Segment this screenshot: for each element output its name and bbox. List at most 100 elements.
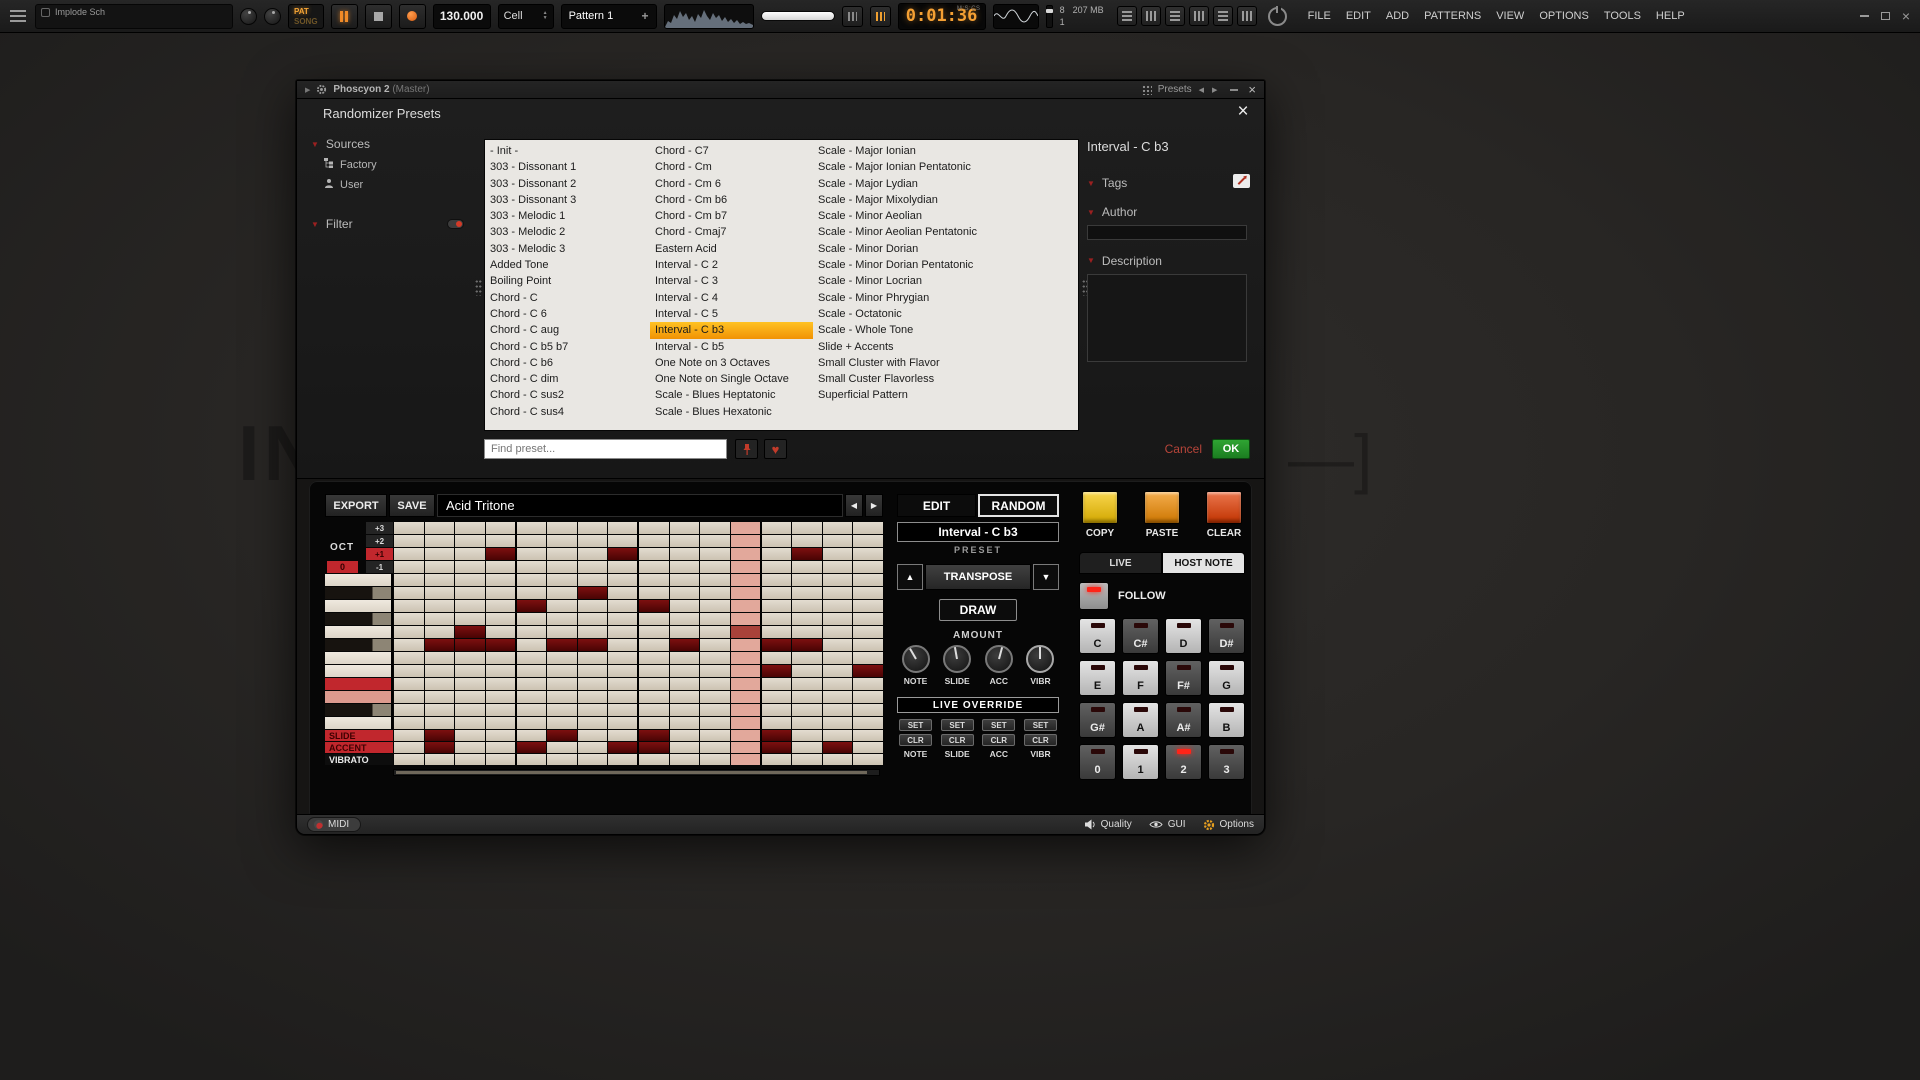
step-cell[interactable]: [639, 613, 669, 625]
step-cell[interactable]: [578, 678, 608, 690]
step-cell[interactable]: [455, 522, 485, 534]
piano-key[interactable]: [325, 626, 393, 638]
step-cell[interactable]: [547, 678, 577, 690]
step-cell[interactable]: [670, 522, 700, 534]
step-cell[interactable]: [762, 704, 792, 716]
step-cell[interactable]: [394, 574, 424, 586]
step-cell[interactable]: [547, 561, 577, 573]
clear-button[interactable]: [1206, 491, 1242, 524]
step-cell[interactable]: [853, 561, 883, 573]
step-cell[interactable]: [639, 561, 669, 573]
step-cell[interactable]: [639, 678, 669, 690]
step-cell[interactable]: [639, 587, 669, 599]
browser-icon[interactable]: [1213, 6, 1233, 26]
step-cell[interactable]: [486, 717, 516, 729]
step-cell[interactable]: [578, 522, 608, 534]
step-cell[interactable]: [486, 652, 516, 664]
preset-item[interactable]: Chord - C7: [650, 143, 813, 159]
step-cell[interactable]: [608, 626, 638, 638]
collapse-triangle-icon[interactable]: ▼: [1087, 256, 1095, 265]
filter-toggle[interactable]: [447, 219, 464, 229]
piano-key[interactable]: [325, 665, 393, 677]
step-cell[interactable]: [578, 561, 608, 573]
step-cell[interactable]: [792, 691, 822, 703]
collapse-triangle-icon[interactable]: ▼: [1087, 208, 1095, 217]
step-cell[interactable]: [608, 691, 638, 703]
set-button[interactable]: SET: [1024, 719, 1057, 731]
preset-item[interactable]: Scale - Minor Locrian: [813, 273, 1078, 289]
key-dsharp[interactable]: D#: [1208, 618, 1245, 654]
step-cell[interactable]: [394, 652, 424, 664]
preset-item[interactable]: Scale - Minor Dorian: [813, 241, 1078, 257]
step-cell[interactable]: [853, 626, 883, 638]
piano-key[interactable]: [325, 600, 393, 612]
step-cell[interactable]: [823, 639, 853, 651]
step-cell[interactable]: [425, 678, 455, 690]
step-cell[interactable]: [455, 717, 485, 729]
step-cell[interactable]: [578, 742, 608, 753]
step-cell[interactable]: [670, 600, 700, 612]
step-cell[interactable]: [700, 717, 730, 729]
detach-arrow-icon[interactable]: ▶: [305, 86, 310, 94]
step-cell[interactable]: [486, 730, 516, 741]
preset-item[interactable]: 303 - Dissonant 1: [485, 159, 650, 175]
step-cell[interactable]: [823, 600, 853, 612]
preset-item[interactable]: Interval - C 2: [650, 257, 813, 273]
step-cell[interactable]: [762, 548, 792, 560]
key-0[interactable]: 0: [1079, 744, 1116, 780]
step-cell[interactable]: [394, 691, 424, 703]
step-cell[interactable]: [608, 704, 638, 716]
preset-item[interactable]: Interval - C b3: [650, 322, 813, 338]
step-cell[interactable]: [486, 535, 516, 547]
step-cell[interactable]: [394, 548, 424, 560]
step-cell[interactable]: [578, 717, 608, 729]
step-cell[interactable]: [823, 717, 853, 729]
step-cell[interactable]: [700, 704, 730, 716]
paste-button[interactable]: [1144, 491, 1180, 524]
step-cell[interactable]: [792, 665, 822, 677]
step-cell[interactable]: [792, 730, 822, 741]
step-cell[interactable]: [517, 639, 547, 651]
step-cell[interactable]: [608, 535, 638, 547]
step-cell[interactable]: [670, 691, 700, 703]
step-cell[interactable]: [578, 665, 608, 677]
presets-label[interactable]: Presets: [1158, 84, 1192, 95]
record-button[interactable]: [399, 4, 426, 29]
step-cell[interactable]: [639, 665, 669, 677]
step-cell[interactable]: [455, 600, 485, 612]
step-cell[interactable]: [762, 730, 792, 741]
step-cell[interactable]: [425, 691, 455, 703]
step-cell[interactable]: [762, 691, 792, 703]
piano-key[interactable]: [325, 587, 393, 599]
menu-patterns[interactable]: PATTERNS: [1424, 10, 1481, 22]
set-button[interactable]: SET: [941, 719, 974, 731]
random-preset-display[interactable]: Interval - C b3: [897, 522, 1059, 542]
step-cell[interactable]: [762, 639, 792, 651]
preset-item[interactable]: Scale - Minor Dorian Pentatonic: [813, 257, 1078, 273]
key-3[interactable]: 3: [1208, 744, 1245, 780]
step-cell[interactable]: [455, 678, 485, 690]
source-user[interactable]: User: [324, 178, 477, 191]
step-cell[interactable]: [517, 704, 547, 716]
preset-item[interactable]: Interval - C 4: [650, 290, 813, 306]
step-cell[interactable]: [394, 678, 424, 690]
set-button[interactable]: SET: [982, 719, 1015, 731]
preset-item[interactable]: Scale - Minor Aeolian: [813, 208, 1078, 224]
step-cell[interactable]: [639, 652, 669, 664]
preset-grid-icon[interactable]: [1142, 85, 1152, 95]
step-cell[interactable]: [762, 626, 792, 638]
step-cell[interactable]: [792, 652, 822, 664]
metronome-icon[interactable]: [842, 6, 863, 27]
step-cell[interactable]: [578, 754, 608, 765]
step-cell[interactable]: [700, 730, 730, 741]
step-cell[interactable]: [731, 704, 761, 716]
key-b[interactable]: B: [1208, 702, 1245, 738]
piano-key[interactable]: [325, 691, 393, 703]
step-cell[interactable]: [578, 548, 608, 560]
step-cell[interactable]: [639, 626, 669, 638]
step-cell[interactable]: [578, 652, 608, 664]
step-cell[interactable]: [823, 626, 853, 638]
step-cell[interactable]: [853, 548, 883, 560]
step-cell[interactable]: [823, 678, 853, 690]
step-cell[interactable]: [792, 574, 822, 586]
